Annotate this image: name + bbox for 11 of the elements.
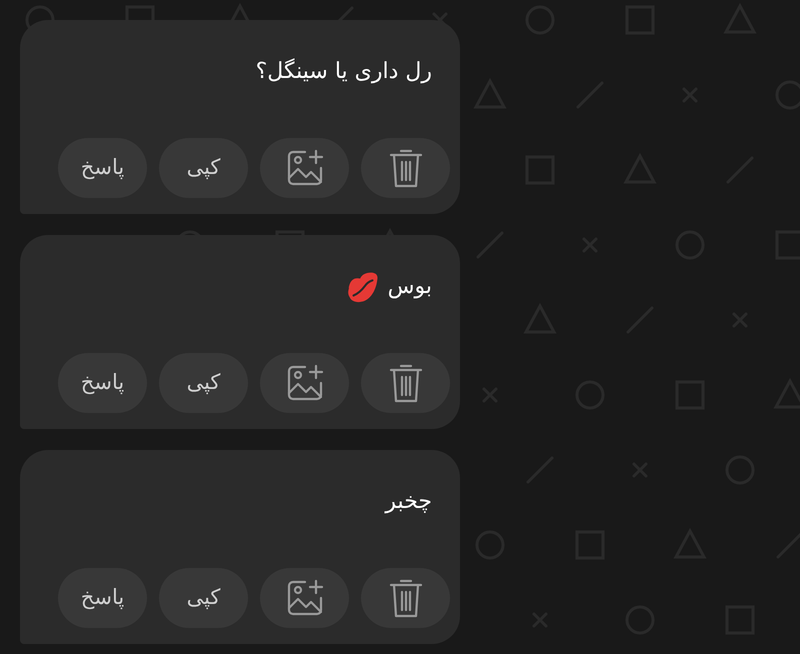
- action-button[interactable]: پاسخ: [58, 353, 147, 413]
- trash-icon: [388, 362, 422, 404]
- message-text: چخبر: [385, 491, 432, 513]
- action-button[interactable]: کپی: [159, 138, 248, 198]
- action-button[interactable]: پاسخ: [58, 568, 147, 628]
- action-button[interactable]: کپی: [159, 353, 248, 413]
- trash-icon: [388, 147, 422, 189]
- message-text: بوس: [388, 276, 432, 298]
- action-button[interactable]: کپی: [159, 568, 248, 628]
- action-button[interactable]: پاسخ: [58, 138, 147, 198]
- trash-icon: [388, 577, 422, 619]
